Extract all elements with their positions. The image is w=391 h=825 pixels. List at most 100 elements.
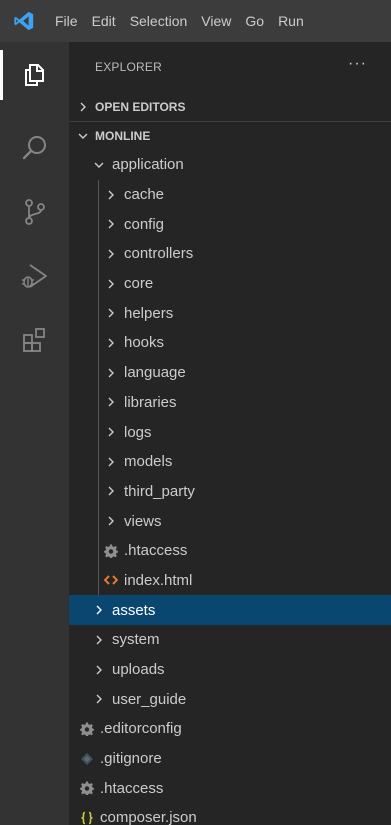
tree-file-htaccess-root[interactable]: .htaccess [69,773,391,803]
open-editors-section[interactable]: OPEN EDITORS [69,92,391,121]
folder-label: hooks [124,334,165,352]
tree-folder-system[interactable]: system [69,625,391,655]
activity-bar [0,42,69,825]
file-label: .editorconfig [100,720,182,738]
folder-label: views [124,512,162,530]
tree-file-composer-json[interactable]: composer.json [69,803,391,825]
monline-root-section[interactable]: MONLINE [69,121,391,150]
tree-file-gitignore[interactable]: .gitignore [69,744,391,774]
chevron-right-icon [103,216,119,232]
menu-run[interactable]: Run [271,0,311,42]
title-bar: File Edit Selection View Go Run [0,0,391,42]
activity-search[interactable] [0,117,69,179]
folder-label: core [124,275,154,293]
open-editors-label: OPEN EDITORS [95,99,186,114]
tree-folder-controllers[interactable]: controllers [69,239,391,269]
chevron-right-icon [103,454,119,470]
folder-label: assets [112,601,156,619]
menu-view[interactable]: View [194,0,238,42]
explorer-header: EXPLORER ··· [69,42,391,92]
activity-source-control[interactable] [0,181,69,243]
gear-icon [103,543,119,559]
chevron-right-icon [103,335,119,351]
extensions-icon [22,328,45,352]
tree-folder-libraries[interactable]: libraries [69,387,391,418]
activity-explorer[interactable] [0,44,69,106]
chevron-right-icon [91,662,107,678]
git-diamond-icon [79,751,95,767]
folder-label: application [112,156,184,174]
chevron-right-icon [91,632,107,648]
run-debug-icon [21,264,47,288]
source-control-icon [24,199,45,225]
explorer-title: EXPLORER [95,60,162,74]
more-actions-icon[interactable]: ··· [348,55,367,79]
folder-label: controllers [124,245,194,263]
chevron-right-icon [103,513,119,529]
vscode-logo-icon [0,0,48,42]
tree-file-htaccess-app[interactable]: .htaccess [69,535,391,566]
menu-selection[interactable]: Selection [123,0,195,42]
file-label: composer.json [100,809,197,825]
folder-label: language [124,364,186,382]
file-tree: application cache config controllers cor… [69,150,391,825]
menu-go[interactable]: Go [238,0,271,42]
tree-folder-user-guide[interactable]: user_guide [69,684,391,714]
chevron-right-icon [103,394,119,410]
folder-label: helpers [124,304,174,322]
tree-file-editorconfig[interactable]: .editorconfig [69,714,391,744]
chevron-right-icon [103,246,119,262]
chevron-right-icon [103,305,119,321]
gear-icon [79,780,95,796]
chevron-right-icon [91,691,107,707]
folder-label: user_guide [112,690,187,708]
tree-folder-views[interactable]: views [69,506,391,536]
chevron-right-icon [91,602,107,618]
tree-folder-hooks[interactable]: hooks [69,328,391,358]
folder-label: uploads [112,661,165,679]
tree-folder-models[interactable]: models [69,446,391,477]
file-label: .htaccess [124,542,188,560]
activity-run-debug[interactable] [0,245,69,307]
chevron-right-icon [75,99,91,115]
folder-label: models [124,453,173,471]
chevron-right-icon [103,365,119,381]
explorer-sidebar: EXPLORER ··· OPEN EDITORS MONLINE applic… [69,42,391,825]
file-label: index.html [124,571,193,589]
menu-bar: File Edit Selection View Go Run [48,0,311,42]
tree-folder-language[interactable]: language [69,357,391,388]
chevron-right-icon [103,276,119,292]
tree-folder-config[interactable]: config [69,209,391,240]
html-file-icon [103,572,119,588]
files-icon [24,64,44,86]
root-folder-label: MONLINE [95,129,151,143]
menu-file[interactable]: File [48,0,85,42]
chevron-right-icon [103,483,119,499]
tree-folder-helpers[interactable]: helpers [69,298,391,329]
chevron-down-icon [91,157,107,173]
folder-label: system [112,631,160,649]
tree-folder-core[interactable]: core [69,268,391,299]
file-label: .htaccess [100,779,164,797]
tree-file-index-html[interactable]: index.html [69,565,391,596]
chevron-right-icon [103,187,119,203]
folder-label: libraries [124,393,177,411]
chevron-down-icon [75,128,91,144]
tree-folder-cache[interactable]: cache [69,179,391,210]
tree-folder-logs[interactable]: logs [69,417,391,447]
folder-label: config [124,215,165,233]
tree-folder-uploads[interactable]: uploads [69,655,391,685]
tree-folder-assets[interactable]: assets [69,595,391,625]
chevron-right-icon [103,424,119,440]
menu-edit[interactable]: Edit [85,0,123,42]
folder-label: cache [124,186,165,204]
tree-folder-third-party[interactable]: third_party [69,476,391,507]
file-label: .gitignore [100,750,162,768]
gear-icon [79,721,95,737]
json-braces-icon [79,810,95,825]
search-icon [22,136,46,160]
folder-label: third_party [124,482,195,500]
tree-folder-application[interactable]: application [69,150,391,180]
activity-extensions[interactable] [0,309,69,371]
folder-label: logs [124,423,152,441]
